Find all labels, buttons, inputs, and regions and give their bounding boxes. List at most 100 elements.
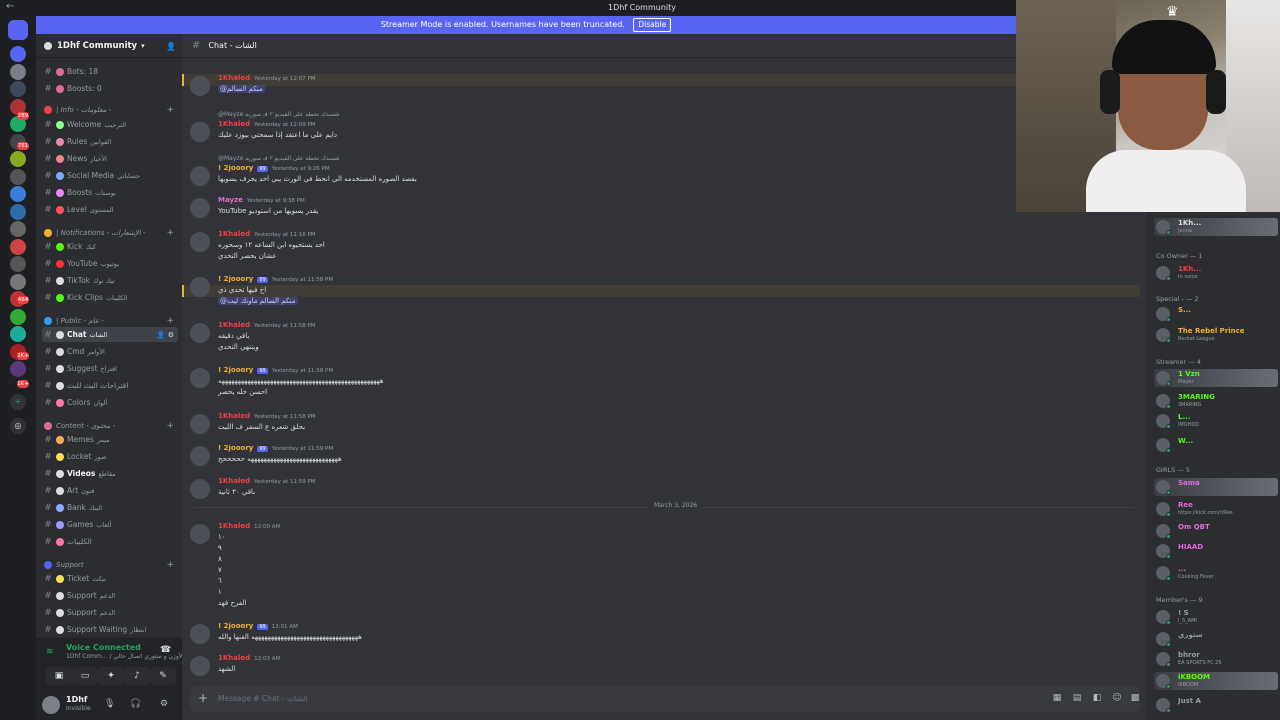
channel-item[interactable]: # Memes ميمز xyxy=(42,432,178,447)
member-item[interactable]: W... xyxy=(1154,436,1278,454)
server-icon[interactable] xyxy=(10,221,26,237)
add-server-icon[interactable]: + xyxy=(10,394,26,410)
gift-icon[interactable]: ▦ xyxy=(1052,693,1062,703)
headphones-icon[interactable]: 🎧 xyxy=(130,699,141,709)
channel-item[interactable]: # Games ألعاب xyxy=(42,517,178,532)
message-input[interactable]: Message # Chat - الشات xyxy=(218,694,307,703)
soundboard-icon[interactable]: ♪ xyxy=(124,667,150,685)
user-mention[interactable]: @منكم السالم xyxy=(218,85,265,93)
gear-icon[interactable]: ⚙ xyxy=(160,699,168,709)
add-user-icon[interactable]: 👤 xyxy=(166,42,176,51)
author-name[interactable]: ! 2jooory xyxy=(218,275,253,283)
channel-item[interactable]: # Social Media حساباتي xyxy=(42,168,178,183)
back-arrow-icon[interactable]: ← xyxy=(6,1,14,12)
channel-item[interactable]: # Videos مقاطع xyxy=(42,466,178,481)
member-item[interactable]: ستوري xyxy=(1154,630,1278,648)
member-item[interactable]: HIAAD xyxy=(1154,542,1278,560)
server-icon[interactable] xyxy=(10,151,26,167)
disable-streamer-mode-button[interactable]: Disable xyxy=(633,18,672,32)
avatar[interactable] xyxy=(190,323,210,343)
avatar[interactable] xyxy=(190,198,210,218)
microphone-icon[interactable]: 🎙 xyxy=(104,699,115,709)
avatar[interactable] xyxy=(190,122,210,142)
message-composer[interactable]: + Message # Chat - الشات ▦ ▤ ◧ ☺ ▩ xyxy=(190,686,1140,712)
member-item[interactable]: ! S I_S_AMI xyxy=(1154,608,1278,626)
author-name[interactable]: 1Khaled xyxy=(218,477,250,485)
member-item[interactable]: ... Cooking Fever xyxy=(1154,564,1278,582)
avatar[interactable] xyxy=(190,524,210,544)
channel-item[interactable]: # Level المستوى xyxy=(42,202,178,217)
discord-home-icon[interactable] xyxy=(8,20,28,40)
author-name[interactable]: 1Khaled xyxy=(218,74,250,82)
explore-icon[interactable]: ◎ xyxy=(10,418,26,434)
upload-plus-icon[interactable]: + xyxy=(198,691,208,705)
channel-item[interactable]: # Support Waiting انتظار xyxy=(42,622,178,637)
channel-item[interactable]: # Suggest اقتراح xyxy=(42,361,178,376)
channel-item[interactable]: # News الأخبار xyxy=(42,151,178,166)
add-channel-icon[interactable]: + xyxy=(166,560,174,570)
channel-item[interactable]: # Support الدعم xyxy=(42,588,178,603)
server-icon[interactable] xyxy=(10,238,26,255)
avatar[interactable] xyxy=(190,232,210,252)
server-icon[interactable] xyxy=(10,81,26,97)
category-header[interactable]: Content - محتوى - + xyxy=(44,420,178,432)
server-icon[interactable] xyxy=(10,326,26,342)
author-name[interactable]: ! 2jooory xyxy=(218,366,253,374)
activity-icon[interactable]: ✦ xyxy=(98,667,124,685)
member-item[interactable]: Just A xyxy=(1154,696,1278,714)
channel-item[interactable]: # Colors ألوان xyxy=(42,395,178,410)
author-name[interactable]: 1Khaled xyxy=(218,654,250,662)
channel-item[interactable]: # Kick كيك xyxy=(42,239,178,254)
screen-share-icon[interactable]: ▭ xyxy=(72,667,98,685)
category-header[interactable]: Support + xyxy=(44,559,178,571)
reply-preview[interactable]: @Mayze شسدك تحطه على الفيديو ٢ فـ صوريه xyxy=(218,155,339,162)
channel-item[interactable]: # Locket صور xyxy=(42,449,178,464)
member-item[interactable]: The Rebel Prince Rocket League xyxy=(1154,326,1278,344)
author-name[interactable]: ! 2jooory xyxy=(218,622,253,630)
server-icon[interactable] xyxy=(10,168,26,185)
emoji-icon[interactable]: ☺ xyxy=(1112,693,1122,703)
category-header[interactable]: | Notifications - الإشعارات - + xyxy=(44,227,178,239)
avatar[interactable] xyxy=(190,479,210,499)
channel-settings-icon[interactable]: 👤 ⚙ xyxy=(157,331,174,339)
add-channel-icon[interactable]: + xyxy=(166,228,174,238)
reply-preview[interactable]: @Mayze شسدك تحطه على الفيديو ٢ فـ صوريه xyxy=(218,111,339,118)
channel-item[interactable]: # Kick Clips الكليبات xyxy=(42,290,178,305)
disconnect-icon[interactable]: ☎ xyxy=(160,645,171,655)
member-item[interactable]: 3MARING 3MARING xyxy=(1154,392,1278,410)
member-item[interactable]: Om QBT xyxy=(1154,522,1278,540)
avatar[interactable] xyxy=(190,656,210,676)
channel-item[interactable]: # YouTube يوتيوب xyxy=(42,256,178,271)
member-item[interactable]: iKBOOM iKBOOM xyxy=(1154,672,1278,690)
author-name[interactable]: 1Khaled xyxy=(218,230,250,238)
server-icon[interactable] xyxy=(10,273,26,290)
add-channel-icon[interactable]: + xyxy=(166,421,174,431)
stat-channel[interactable]: # Bots: 18 xyxy=(42,64,178,79)
channel-item[interactable]: # TikTok تيك توك xyxy=(42,273,178,288)
channel-item[interactable]: # Boosts بوستات xyxy=(42,185,178,200)
category-header[interactable]: | Info - معلومات - + xyxy=(44,104,178,116)
author-name[interactable]: 1Khaled xyxy=(218,412,250,420)
sticker-icon[interactable]: ◧ xyxy=(1092,693,1102,703)
channel-item[interactable]: # اقتراحات البث للبث xyxy=(42,378,178,393)
avatar[interactable] xyxy=(190,368,210,388)
server-icon[interactable] xyxy=(10,308,26,325)
server-icon[interactable] xyxy=(10,361,26,377)
stat-channel[interactable]: # Boosts: 0 xyxy=(42,81,178,96)
author-name[interactable]: Mayze xyxy=(218,196,243,204)
member-item[interactable]: 1Kh... Jenna xyxy=(1154,218,1278,236)
member-item[interactable]: bhror EA SPORTS FC 26 xyxy=(1154,650,1278,668)
avatar[interactable] xyxy=(190,76,210,96)
add-channel-icon[interactable]: + xyxy=(166,316,174,326)
channel-item[interactable]: # الكليبات xyxy=(42,534,178,549)
channel-item[interactable]: # Support الدعم xyxy=(42,605,178,620)
member-item[interactable]: S... xyxy=(1154,305,1278,323)
author-name[interactable]: ! 2jooory xyxy=(218,164,253,172)
server-icon[interactable] xyxy=(10,203,26,220)
server-icon[interactable] xyxy=(10,256,26,272)
avatar[interactable] xyxy=(190,624,210,644)
camera-icon[interactable]: ▣ xyxy=(46,667,72,685)
apps-icon[interactable]: ▩ xyxy=(1130,693,1140,703)
noise-icon[interactable]: ✎ xyxy=(150,667,176,685)
server-icon[interactable] xyxy=(10,46,26,62)
